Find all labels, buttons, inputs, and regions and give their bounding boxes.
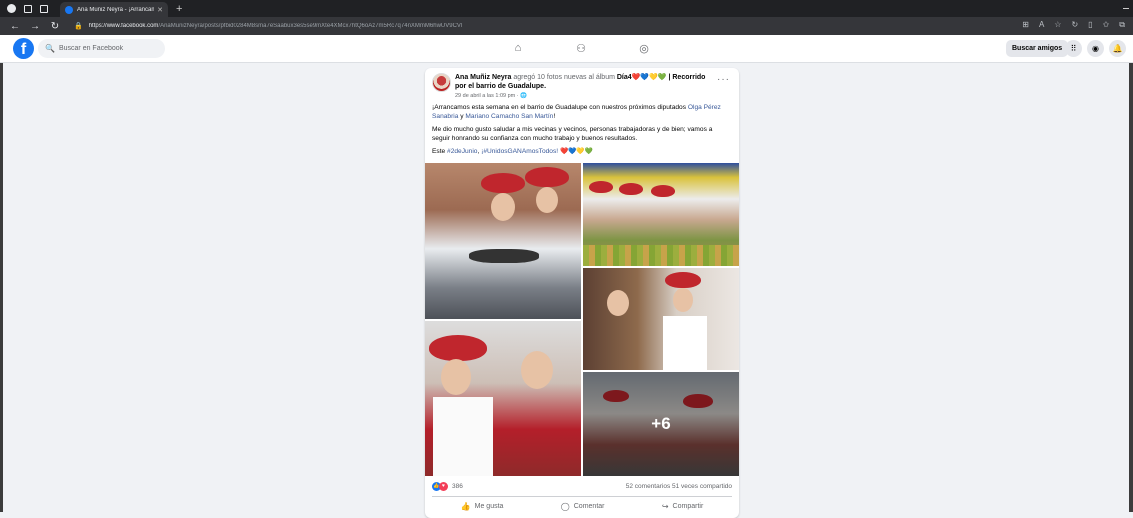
author-name[interactable]: Ana Muñiz Neyra (455, 74, 511, 81)
photo-5[interactable]: +6 (583, 372, 739, 476)
refresh-icon[interactable]: ↻ (50, 21, 60, 32)
post-body: ¡Arrancamos esta semana en el barrio de … (432, 103, 732, 160)
close-tab-icon[interactable]: ✕ (157, 6, 163, 14)
tab-actions-icon[interactable] (40, 4, 48, 13)
paragraph-1: ¡Arrancamos esta semana en el barrio de … (432, 104, 721, 120)
url-field[interactable]: 🔒 https://www.facebook.com/AnaMunizNeyra… (74, 20, 834, 32)
collections-icon[interactable]: ⧉ (1119, 20, 1125, 30)
post-actions: 👍 Me gusta ◯ Comentar ↪ Compartir (432, 499, 732, 513)
find-friends-button[interactable]: Buscar amigos (1006, 40, 1069, 57)
photo-grid: +6 (425, 163, 739, 476)
avatar[interactable] (432, 73, 451, 92)
like-button[interactable]: 👍 Me gusta (461, 499, 504, 513)
favorite-star-icon[interactable]: ☆ (1054, 20, 1061, 30)
search-icon: 🔍 (45, 44, 55, 53)
share-button[interactable]: ↪ Compartir (662, 499, 703, 513)
love-reaction-icon: ♥ (439, 482, 448, 491)
new-tab-button[interactable]: + (176, 3, 182, 15)
minimize-icon[interactable] (1123, 8, 1129, 9)
post-stats: 👍 ♥ 386 52 comentarios 51 veces comparti… (432, 481, 732, 493)
back-icon[interactable]: ← (10, 21, 20, 32)
browser-address-bar: ← → ↻ 🔒 https://www.facebook.com/AnaMuni… (0, 17, 1133, 35)
reactions-count: 386 (452, 483, 463, 490)
window-edge-right (1129, 63, 1133, 512)
search-input[interactable] (58, 45, 159, 52)
refresh-extension-icon[interactable]: ↻ (1071, 20, 1078, 30)
comment-icon: ◯ (560, 501, 570, 511)
hashtag-2dejunio[interactable]: #2deJunio (447, 148, 477, 155)
tab-title: Ana Muñiz Neyra - ¡Arrancamos (77, 6, 155, 13)
thumbs-up-icon: 👍 (460, 501, 471, 511)
post-card: Ana Muñiz Neyra agregó 10 fotos nuevas a… (425, 68, 739, 518)
messenger-icon[interactable]: ◉ (1087, 40, 1104, 57)
facebook-search[interactable]: 🔍 (38, 39, 165, 58)
hashtag-unidos[interactable]: ¡#UnidosGANAmosTodos! (481, 148, 558, 155)
post-action: agregó 10 fotos nuevas al álbum (511, 74, 617, 81)
share-icon: ↪ (661, 501, 669, 511)
more-photos-overlay[interactable]: +6 (583, 372, 739, 476)
url-domain: https://www.facebook.com (88, 23, 159, 29)
photo-1[interactable] (425, 163, 581, 319)
paragraph-2: Me dio mucho gusto saludar a mis vecinas… (432, 126, 713, 142)
center-navigation: ⌂ ⚇ ◎ (511, 42, 651, 55)
profile-icon[interactable] (7, 4, 16, 13)
split-screen-icon[interactable]: ▯ (1088, 20, 1092, 30)
photo-4[interactable] (583, 268, 739, 370)
browser-tab-strip: Ana Muñiz Neyra - ¡Arrancamos ✕ + (0, 0, 1133, 17)
reactions[interactable]: 👍 ♥ 386 (432, 482, 463, 491)
post-header: Ana Muñiz Neyra agregó 10 fotos nuevas a… (455, 73, 713, 91)
photo-2[interactable] (583, 163, 739, 266)
facebook-top-bar: f 🔍 ⌂ ⚇ ◎ Buscar amigos ⠿ ◉ 🔔 (0, 35, 1133, 63)
comments-shares-count[interactable]: 52 comentarios 51 veces compartido (626, 483, 732, 490)
window-edge-left (0, 63, 3, 512)
apps-icon[interactable]: ⊞ (1022, 20, 1029, 30)
paragraph-3: Este #2deJunio, ¡#UnidosGANAmosTodos! ❤️… (432, 148, 593, 155)
workspaces-icon[interactable] (24, 4, 32, 13)
facebook-logo[interactable]: f (13, 38, 34, 59)
divider (432, 496, 732, 497)
url-path: /AnaMunizNeyra/posts/pfbid0284M8sma7eSaa… (158, 23, 463, 29)
forward-icon[interactable]: → (30, 21, 40, 32)
tag-mariano[interactable]: Mariano Camacho San Martín (465, 113, 553, 120)
comment-button[interactable]: ◯ Comentar (561, 499, 605, 513)
more-options-icon[interactable]: ··· (717, 74, 730, 85)
lock-icon[interactable]: 🔒 (74, 22, 83, 30)
friends-icon[interactable]: ⚇ (574, 42, 588, 55)
groups-icon[interactable]: ◎ (637, 42, 651, 55)
read-aloud-icon[interactable]: A (1039, 20, 1044, 30)
home-icon[interactable]: ⌂ (511, 42, 525, 55)
facebook-favicon-icon (65, 5, 73, 14)
notifications-bell-icon[interactable]: 🔔 (1109, 40, 1126, 57)
favorites-icon[interactable]: ✩ (1103, 20, 1110, 30)
photo-3[interactable] (425, 321, 581, 476)
post-timestamp[interactable]: 29 de abril a las 1:09 pm · 🌐 (455, 93, 527, 99)
menu-grid-icon[interactable]: ⠿ (1065, 40, 1082, 57)
browser-tab[interactable]: Ana Muñiz Neyra - ¡Arrancamos ✕ (60, 2, 168, 17)
